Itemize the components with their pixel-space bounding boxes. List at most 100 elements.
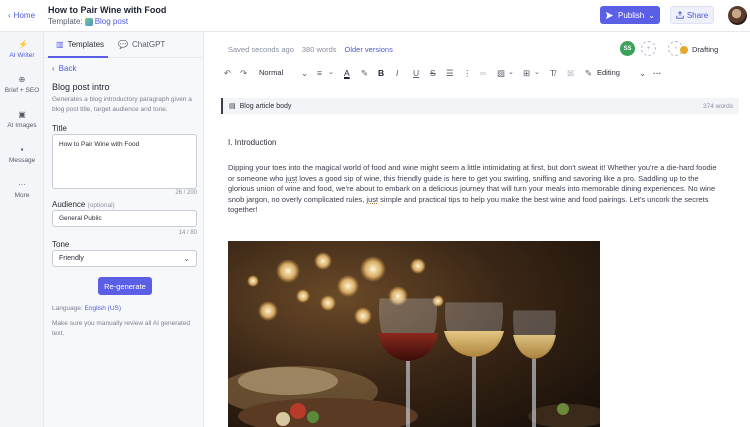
remove-icon[interactable]: ⊠ xyxy=(567,68,574,79)
bold-icon[interactable]: B xyxy=(378,68,384,78)
undo-icon[interactable]: ↶ xyxy=(224,68,231,79)
editor-area: Saved seconds ago 380 words Older versio… xyxy=(205,32,750,427)
share-label: Share xyxy=(686,10,709,20)
share-icon xyxy=(676,11,684,19)
language-prefix: Language: xyxy=(52,305,83,312)
panel-tabs: ▥ Templates 💬 ChatGPT xyxy=(44,32,204,58)
flagged-word[interactable]: just xyxy=(366,195,378,204)
audience-input[interactable]: General Public xyxy=(52,210,197,227)
clear-format-icon[interactable]: T̸ xyxy=(550,68,555,78)
status-label: Drafting xyxy=(692,45,719,54)
message-icon: ▪ xyxy=(20,145,24,154)
chevron-down-icon[interactable]: ⌄ xyxy=(301,68,308,79)
chevron-down-icon[interactable]: ⌄ xyxy=(508,68,514,76)
wine-photo xyxy=(228,241,600,427)
user-avatar[interactable] xyxy=(728,6,747,25)
status-dot xyxy=(680,45,688,54)
rail-item-label: AI Images xyxy=(7,122,37,129)
document-status-row: Saved seconds ago 380 words Older versio… xyxy=(228,45,393,54)
older-versions-link[interactable]: Older versions xyxy=(345,45,393,54)
audience-counter: 14 / 80 xyxy=(178,230,197,236)
rail-item-brief-seo[interactable]: ⊕ Brief + SEO xyxy=(0,76,44,95)
review-note: Make sure you manually review all AI gen… xyxy=(52,320,191,337)
link-icon[interactable]: ∞ xyxy=(480,68,486,78)
italic-icon[interactable]: I xyxy=(396,68,398,78)
article-image[interactable] xyxy=(228,241,600,427)
publish-label: Publish xyxy=(618,10,645,20)
back-button[interactable]: ‹ Back xyxy=(52,64,76,73)
left-rail: ⚡ AI Writer ⊕ Brief + SEO ▣ AI Images ▪ … xyxy=(0,32,44,427)
collaborators: SS + ◔ xyxy=(620,41,683,56)
title-counter: 26 / 200 xyxy=(175,190,197,196)
template-link[interactable]: Blog post xyxy=(95,17,128,26)
rail-item-message[interactable]: ▪ Message xyxy=(0,145,44,165)
chat-icon: 💬 xyxy=(118,40,128,49)
rail-item-more[interactable]: ··· More xyxy=(0,180,44,200)
more-options-icon[interactable]: ··· xyxy=(653,68,662,78)
tab-chatgpt[interactable]: 💬 ChatGPT xyxy=(118,40,165,49)
add-collaborator-icon[interactable]: + xyxy=(641,41,656,56)
redo-icon[interactable]: ↷ xyxy=(240,68,247,79)
field-word-count: 374 words xyxy=(703,102,733,110)
strikethrough-icon[interactable]: S xyxy=(430,68,436,78)
tab-label: ChatGPT xyxy=(131,40,166,49)
document-icon: ▤ xyxy=(229,103,236,110)
share-button[interactable]: Share xyxy=(670,6,714,24)
numbered-list-icon[interactable]: ⋮ xyxy=(463,68,472,79)
saved-status: Saved seconds ago xyxy=(228,45,294,54)
active-tab-indicator xyxy=(48,56,108,58)
table-icon[interactable]: ⊞ xyxy=(523,68,530,79)
underline-icon[interactable]: U xyxy=(413,68,419,78)
language-link[interactable]: English (US) xyxy=(85,305,121,312)
collaborator-avatar[interactable]: SS xyxy=(620,41,635,56)
chevron-down-icon[interactable]: ⌄ xyxy=(639,68,646,79)
rail-item-label: AI Writer xyxy=(9,52,35,59)
language-line: Language: English (US) xyxy=(52,305,121,312)
mode-select[interactable]: Editing xyxy=(597,68,620,77)
rail-item-ai-images[interactable]: ▣ AI Images xyxy=(0,110,44,130)
image-icon[interactable]: ▨ xyxy=(497,68,505,79)
field-name: Blog article body xyxy=(239,102,292,110)
tone-label: Tone xyxy=(52,240,70,249)
tab-label: Templates xyxy=(67,40,105,49)
back-label: Back xyxy=(58,64,77,73)
template-icon xyxy=(84,17,93,26)
document-title[interactable]: How to Pair Wine with Food xyxy=(48,5,166,15)
highlight-icon[interactable]: ✎ xyxy=(361,68,368,79)
chevron-down-icon[interactable]: ⌄ xyxy=(534,68,540,76)
tone-value: Friendly xyxy=(59,255,84,262)
publish-button[interactable]: Publish ⌄ xyxy=(600,6,660,24)
title-input[interactable]: How to Pair Wine with Food xyxy=(52,134,197,189)
regenerate-button[interactable]: Re-generate xyxy=(98,277,152,295)
home-link[interactable]: ‹ Home xyxy=(8,11,35,20)
image-icon: ▣ xyxy=(18,110,26,119)
align-icon[interactable]: ≡ xyxy=(317,68,322,78)
rail-item-ai-writer[interactable]: ⚡ AI Writer xyxy=(0,40,44,60)
more-icon: ··· xyxy=(18,180,26,189)
send-icon xyxy=(605,11,614,19)
bolt-icon: ⚡ xyxy=(18,40,28,49)
template-prefix: Template: xyxy=(48,17,83,26)
chevron-down-icon: ⌄ xyxy=(183,254,190,263)
rail-item-label: Brief + SEO xyxy=(4,87,40,94)
tab-templates[interactable]: ▥ Templates xyxy=(56,40,104,49)
book-icon: ▥ xyxy=(56,40,64,49)
chevron-down-icon[interactable]: ⌄ xyxy=(328,68,334,76)
top-bar: ‹ Home How to Pair Wine with Food Templa… xyxy=(0,0,750,32)
template-description: Generates a blog introductory paragraph … xyxy=(52,96,192,113)
section-heading[interactable]: I. Introduction xyxy=(228,138,276,147)
rail-item-label: Message xyxy=(8,157,36,164)
tone-select[interactable]: Friendly ⌄ xyxy=(52,250,197,267)
text-color-icon[interactable]: A xyxy=(344,68,350,78)
document-template: Template: Blog post xyxy=(48,17,128,26)
status-badge[interactable]: Drafting xyxy=(680,45,718,54)
intro-paragraph[interactable]: Dipping your toes into the magical world… xyxy=(228,163,723,216)
audience-label: Audience (optional) xyxy=(52,200,115,209)
audience-label-text: Audience xyxy=(52,200,86,209)
chevron-left-icon: ‹ xyxy=(52,64,55,73)
title-label: Title xyxy=(52,124,67,133)
paragraph-style-select[interactable]: Normal xyxy=(259,68,283,77)
bullet-list-icon[interactable]: ☰ xyxy=(446,68,454,79)
flagged-word[interactable]: just xyxy=(286,174,298,183)
pencil-icon[interactable]: ✎ xyxy=(585,68,592,79)
